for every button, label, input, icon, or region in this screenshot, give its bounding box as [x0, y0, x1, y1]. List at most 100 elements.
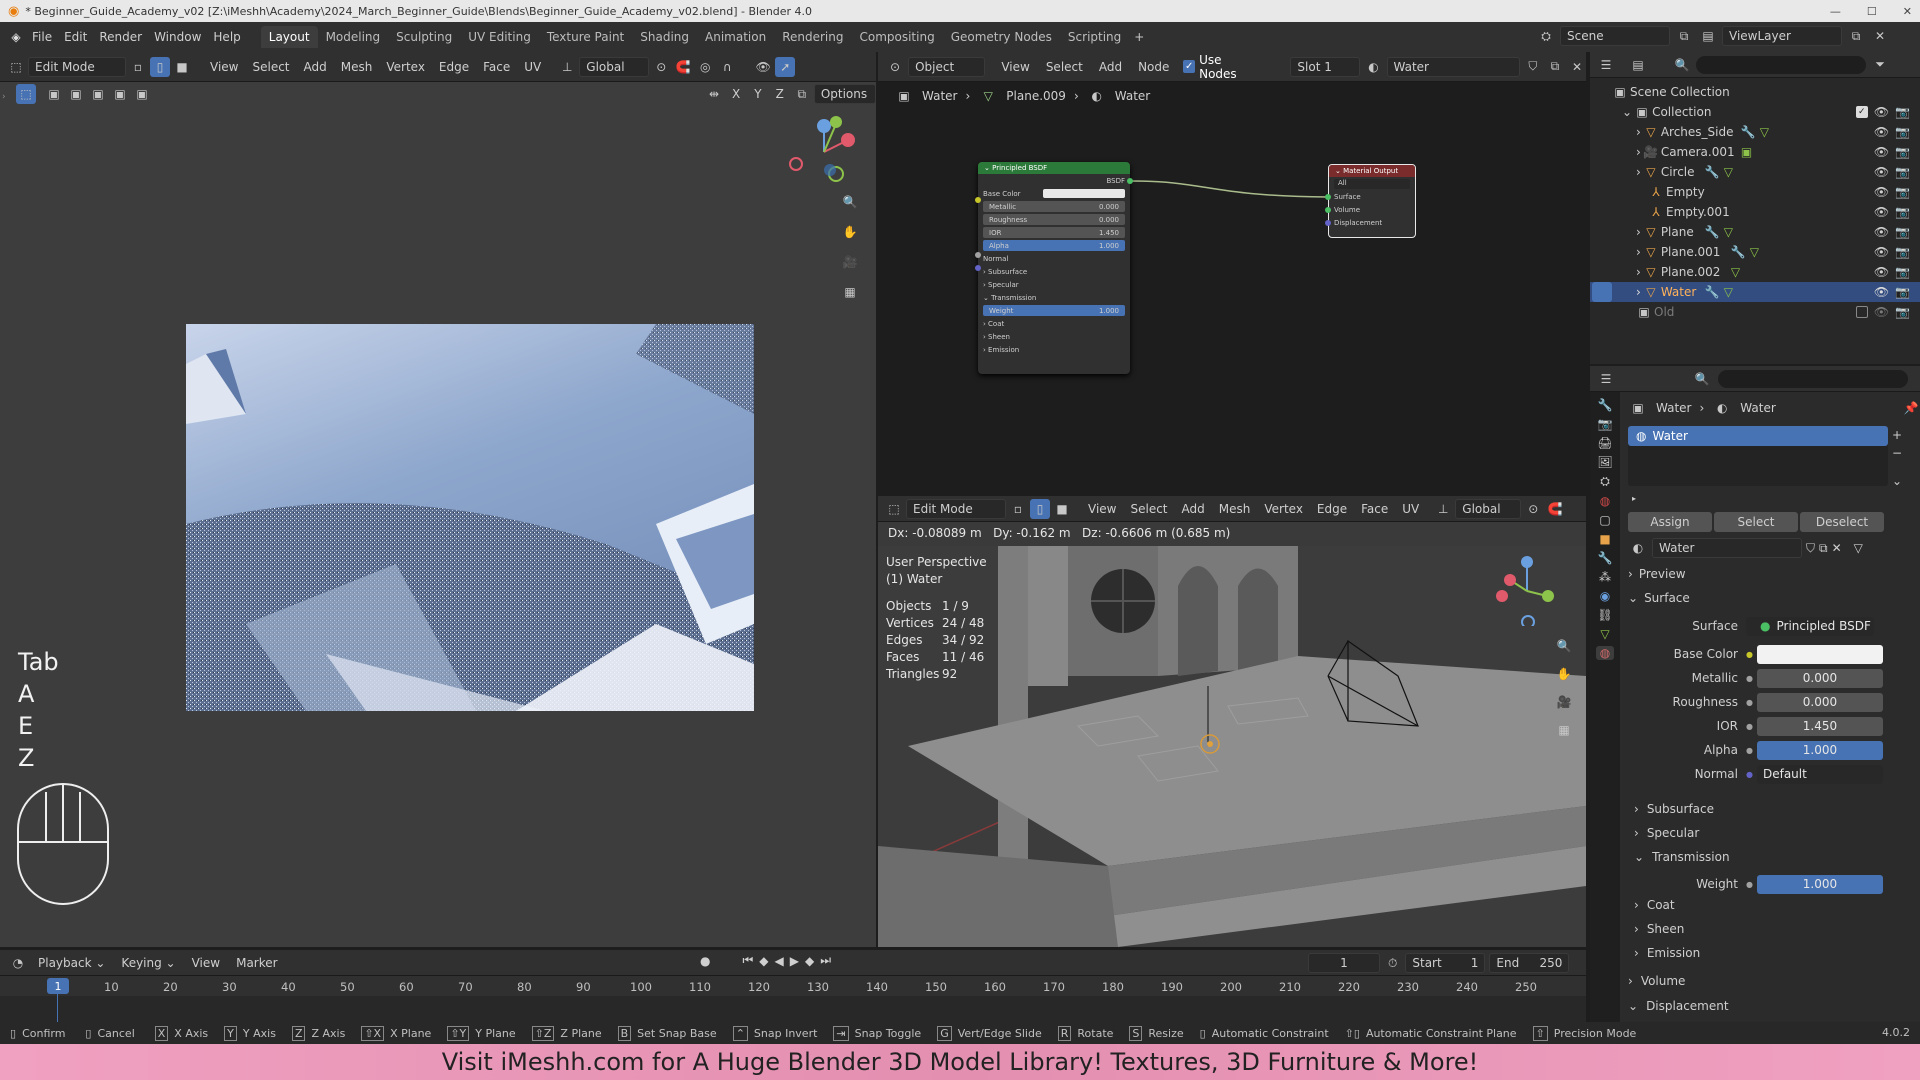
surface-panel-header[interactable]: ⌄ Surface	[1628, 588, 1908, 608]
emission-panel[interactable]: › Emission	[1634, 946, 1700, 960]
tab-modeling[interactable]: Modeling	[318, 26, 389, 48]
jump-start-icon[interactable]: ⏮	[742, 953, 753, 968]
menu-edit[interactable]: Edit	[58, 27, 93, 47]
vp-menu-face[interactable]: Face	[1355, 499, 1394, 519]
jump-end-icon[interactable]: ⏭	[820, 953, 831, 968]
tab-rendering[interactable]: Rendering	[774, 26, 851, 48]
vp-orientation-selector[interactable]: Global	[1455, 498, 1522, 519]
ortho-grid-icon[interactable]: ▦	[840, 282, 860, 302]
axis-z-toggle[interactable]: Z	[770, 84, 790, 104]
render-camera-icon[interactable]: 📷	[1895, 185, 1910, 199]
playhead[interactable]: 1	[47, 978, 69, 994]
timeline-view-menu[interactable]: View	[186, 953, 226, 973]
bsdf-sheen-panel[interactable]: › Sheen	[978, 330, 1130, 343]
slot-menu-icon[interactable]: ⌄	[1892, 474, 1902, 488]
vp-menu-add[interactable]: Add	[1176, 499, 1211, 519]
volume-panel-header[interactable]: › Volume	[1628, 974, 1685, 988]
play-icon[interactable]: ▶	[790, 954, 799, 968]
coat-panel[interactable]: › Coat	[1634, 898, 1675, 912]
outliner-item-old[interactable]: ▣ Old 👁 📷	[1590, 302, 1920, 322]
mode-selector[interactable]: Edit Mode	[28, 56, 126, 77]
scene-tab-icon[interactable]: ⛭	[1600, 474, 1610, 489]
outliner-type-icon[interactable]: ☰	[1596, 55, 1616, 75]
collection-row[interactable]: ⌄ ▣ Collection ✓ 👁 📷	[1590, 102, 1920, 122]
render-camera-icon[interactable]: 📷	[1895, 125, 1910, 139]
render-camera-icon[interactable]: 📷	[1895, 205, 1910, 219]
outliner[interactable]: ☰ ▤ 🔍 ⏷ ▣ Scene Collection ⌄ ▣ Collection ✓ 👁…	[1590, 52, 1920, 364]
timeline-type-icon[interactable]: ◔	[8, 953, 28, 973]
subsurface-panel[interactable]: › Subsurface	[1634, 802, 1714, 816]
vp-vertex-select-icon[interactable]: ▫	[1008, 499, 1028, 519]
axis-y-toggle[interactable]: Y	[748, 84, 767, 104]
render-camera-icon[interactable]: 📷	[1895, 245, 1910, 259]
bsdf-roughness-row[interactable]: Roughness 0.000	[978, 213, 1130, 226]
outliner-item-empty[interactable]: ⅄ Empty 👁 📷	[1590, 182, 1920, 202]
tab-layout[interactable]: Layout	[260, 26, 318, 48]
visibility-eye-icon[interactable]: 👁	[1874, 125, 1889, 139]
scene-collection-label[interactable]: Scene Collection	[1630, 85, 1730, 99]
visibility-eye-icon[interactable]: 👁	[1874, 205, 1889, 219]
vp-pivot-icon[interactable]: ⊙	[1523, 499, 1543, 519]
render-camera-icon[interactable]: 📷	[1895, 285, 1910, 299]
exclude-checkbox[interactable]: ✓	[1855, 106, 1868, 118]
face-select-icon[interactable]: ■	[172, 57, 192, 77]
vp-edge-select-icon[interactable]: ▯	[1030, 498, 1050, 519]
particles-tab-icon[interactable]: ⁂	[1599, 570, 1611, 584]
prev-keyframe-icon[interactable]: ◆	[759, 954, 768, 968]
surface-socket[interactable]	[1325, 194, 1331, 200]
navigation-gizmo[interactable]	[784, 112, 864, 192]
render-camera-icon[interactable]: 📷	[1895, 305, 1910, 319]
left-toolbar-handle[interactable]: ›	[2, 92, 6, 102]
marker-menu[interactable]: Marker	[230, 953, 283, 973]
display-mode-icon[interactable]: ▤	[1628, 55, 1648, 75]
pin-icon[interactable]: 📌	[1904, 401, 1919, 415]
alpha-socket[interactable]	[975, 252, 981, 258]
viewport-3d[interactable]: ⬚ Edit Mode ▫ ▯ ■ View Select Add Mesh V…	[878, 496, 1586, 947]
duplicate-material-icon[interactable]: ⧉	[1819, 541, 1828, 556]
sheen-panel[interactable]: › Sheen	[1634, 922, 1684, 936]
tab-compositing[interactable]: Compositing	[851, 26, 942, 48]
play-reverse-icon[interactable]: ◀	[775, 954, 784, 968]
alpha-field[interactable]: 1.000	[1756, 740, 1883, 760]
lv-menu-face[interactable]: Face	[477, 57, 516, 77]
deselect-button[interactable]: Deselect	[1800, 512, 1884, 532]
tab-texture-paint[interactable]: Texture Paint	[539, 26, 632, 48]
select-mode-invert-icon[interactable]: ▣	[110, 84, 130, 104]
outliner-item-plane[interactable]: › ▽ Plane 🔧 ▽ 👁 📷	[1590, 222, 1920, 242]
preview-panel-header[interactable]: › Preview	[1628, 564, 1908, 584]
view-layer-selector[interactable]: ViewLayer	[1722, 26, 1842, 46]
bsdf-metallic-row[interactable]: Metallic 0.000	[978, 200, 1130, 213]
outliner-search-icon[interactable]: 🔍	[1672, 55, 1692, 75]
falloff-icon[interactable]: ∩	[717, 57, 737, 77]
area-divider[interactable]	[878, 488, 1586, 496]
vp-navigation-gizmo[interactable]	[1492, 556, 1562, 626]
material-output-node[interactable]: ⌄ Material Output All Surface Volume Dis…	[1328, 164, 1416, 238]
tab-uv-editing[interactable]: UV Editing	[460, 26, 539, 48]
select-button[interactable]: Select	[1714, 512, 1798, 532]
material-slot-list[interactable]: ◍ Water	[1628, 426, 1888, 486]
material-browse-icon[interactable]: ◐	[1628, 538, 1648, 558]
select-mode-intersect-icon[interactable]: ▣	[132, 84, 152, 104]
mirror-icon[interactable]: ⇹	[704, 84, 724, 104]
world-tab-icon[interactable]: ◍	[1600, 494, 1610, 508]
tab-shading[interactable]: Shading	[632, 26, 697, 48]
select-mode-subtract-icon[interactable]: ▣	[88, 84, 108, 104]
keying-menu[interactable]: Keying ⌄	[115, 953, 181, 973]
vp-menu-select[interactable]: Select	[1124, 499, 1173, 519]
vp-pan-hand-icon[interactable]: ✋	[1554, 664, 1574, 684]
vp-menu-edge[interactable]: Edge	[1311, 499, 1353, 519]
visibility-eye-icon[interactable]: 👁	[1874, 185, 1889, 199]
slot-remove-icon[interactable]: −	[1892, 446, 1902, 460]
lv-menu-select[interactable]: Select	[246, 57, 295, 77]
render-camera-icon[interactable]: 📷	[1895, 265, 1910, 279]
view-layer-tab-icon[interactable]: 🖼	[1597, 455, 1612, 469]
principled-bsdf-node[interactable]: ⌄ Principled BSDF BSDF Base Color Metall…	[978, 162, 1130, 374]
lv-menu-mesh[interactable]: Mesh	[335, 57, 379, 77]
vertex-select-icon[interactable]: ▫	[128, 57, 148, 77]
view-layer-remove-icon[interactable]: ✕	[1870, 26, 1890, 46]
vp-menu-uv[interactable]: UV	[1396, 499, 1425, 519]
lv-menu-add[interactable]: Add	[298, 57, 333, 77]
menu-help[interactable]: Help	[207, 27, 246, 47]
edge-select-icon[interactable]: ▯	[150, 56, 170, 77]
add-workspace-icon[interactable]: +	[1129, 27, 1149, 47]
